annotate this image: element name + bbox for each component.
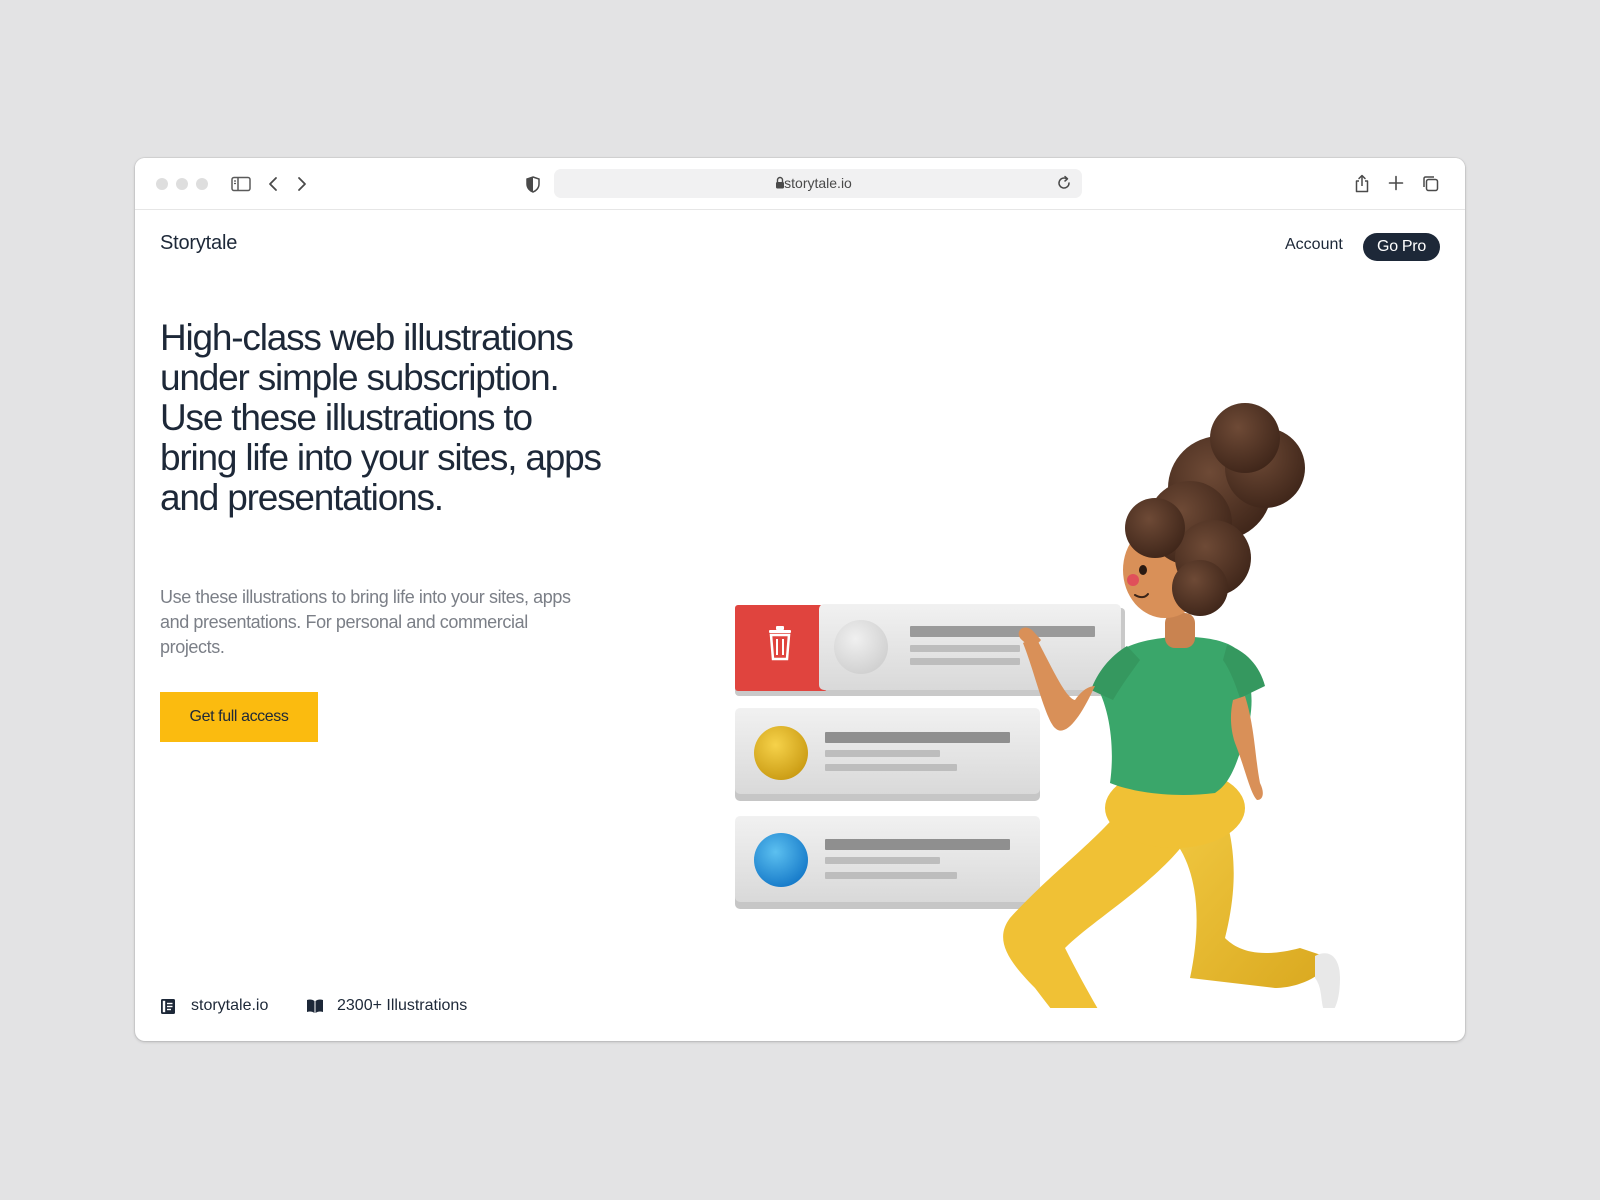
- browser-window: storytale.io Storytale Account Go Pro Hi…: [135, 158, 1465, 1041]
- browser-toolbar: storytale.io: [135, 158, 1465, 210]
- minimize-window-button[interactable]: [176, 178, 188, 190]
- zoom-window-button[interactable]: [196, 178, 208, 190]
- hero-headline: High-class web illustrations under simpl…: [160, 317, 602, 518]
- close-window-button[interactable]: [156, 178, 168, 190]
- back-icon[interactable]: [266, 175, 280, 193]
- go-pro-button[interactable]: Go Pro: [1363, 233, 1440, 261]
- privacy-shield-icon[interactable]: [525, 175, 541, 193]
- url-text: storytale.io: [784, 175, 852, 191]
- tab-overview-icon[interactable]: [1421, 174, 1439, 192]
- illustration-count-label: 2300+ Illustrations: [337, 997, 468, 1014]
- hero-subtext: Use these illustrations to bring life in…: [160, 587, 571, 657]
- footer-site[interactable]: storytale.io: [160, 996, 268, 1016]
- document-icon: [160, 997, 178, 1015]
- footer-count: 2300+ Illustrations: [306, 996, 467, 1016]
- character-illustration: [735, 403, 1340, 1041]
- lock-icon: [775, 176, 785, 194]
- reload-icon[interactable]: [1055, 174, 1073, 192]
- brand-logo[interactable]: Storytale: [160, 232, 237, 255]
- sidebar-toggle-icon[interactable]: [231, 175, 251, 193]
- address-bar[interactable]: storytale.io: [554, 169, 1082, 198]
- share-icon[interactable]: [1353, 173, 1371, 193]
- forward-icon[interactable]: [295, 175, 309, 193]
- footer-site-label: storytale.io: [191, 997, 269, 1014]
- account-link[interactable]: Account: [1285, 236, 1343, 254]
- new-tab-icon[interactable]: [1387, 174, 1405, 192]
- hero-illustration: [735, 288, 1455, 1041]
- open-book-icon: [306, 997, 324, 1015]
- get-full-access-button[interactable]: Get full access: [160, 692, 318, 742]
